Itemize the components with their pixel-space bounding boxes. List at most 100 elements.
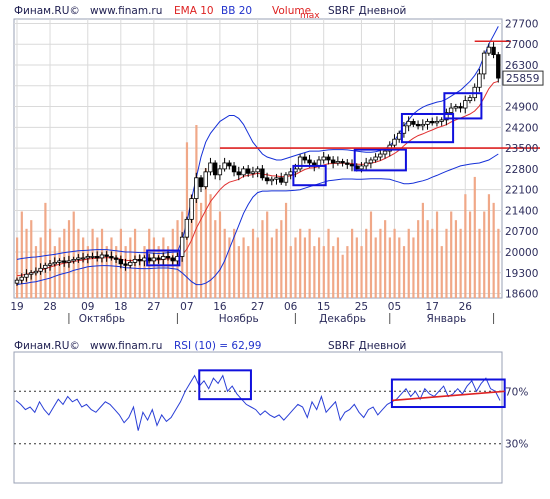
candle-body — [477, 73, 482, 88]
volume-bar — [487, 194, 491, 298]
candle-body — [458, 106, 463, 109]
candle-body — [274, 177, 279, 180]
x-tick-label: 05 — [388, 301, 401, 313]
volume-bar — [20, 211, 23, 298]
candle-body — [38, 267, 43, 272]
volume-bar — [332, 246, 335, 298]
candle-body — [161, 256, 166, 260]
volume-bar — [478, 228, 481, 298]
x-tick-label: 17 — [426, 301, 439, 313]
volume-bar — [336, 237, 340, 298]
candle-body — [151, 257, 157, 262]
candle-body — [246, 168, 251, 174]
candle-body — [269, 178, 274, 182]
volume-bar — [261, 220, 264, 298]
volume-bar — [497, 228, 500, 298]
candle-body — [302, 156, 308, 161]
volume-bar — [294, 237, 297, 298]
y-tick-label: 23500 — [505, 143, 538, 155]
candle-body — [189, 198, 194, 220]
volume-bar — [398, 237, 401, 298]
month-label: Ноябрь — [219, 313, 259, 325]
x-tick-label: 07 — [180, 301, 193, 313]
volume-bar — [317, 237, 321, 298]
candle-body — [255, 168, 260, 173]
candle-body — [264, 177, 270, 182]
volume-bar — [407, 228, 410, 298]
volume-bar — [299, 228, 302, 298]
volume-bar — [426, 220, 429, 298]
candle-body — [297, 156, 303, 170]
candle-body — [250, 171, 256, 174]
volume-bar — [251, 228, 255, 298]
volume-bar — [280, 220, 283, 298]
candle-body — [217, 168, 223, 176]
candle-body — [378, 153, 383, 158]
month-label: Декабрь — [319, 313, 366, 325]
y-tick-label: 19300 — [505, 268, 538, 280]
volume-bar — [327, 228, 330, 298]
volume-bar — [237, 246, 240, 298]
volume-bar — [322, 246, 325, 298]
volume-bar — [284, 202, 288, 298]
volume-bar — [44, 202, 47, 298]
candle-body — [128, 261, 133, 266]
volume-bar — [412, 237, 415, 298]
candle-body — [420, 123, 425, 127]
volume-bar — [454, 220, 458, 298]
candle-body — [368, 159, 374, 164]
candle-body — [165, 256, 171, 259]
y-tick-label: 20700 — [505, 226, 538, 238]
volume-bar — [275, 228, 278, 298]
volume-bar — [483, 211, 486, 298]
candle-body — [260, 168, 265, 179]
candle-body — [90, 256, 95, 258]
candle-body — [80, 257, 86, 260]
volume-bar — [308, 228, 311, 298]
volume-bar — [313, 246, 316, 298]
candle-body — [349, 164, 355, 167]
candle-body — [335, 161, 341, 164]
candle-body — [118, 259, 124, 265]
volume-bar — [214, 220, 217, 298]
candle-body — [411, 120, 416, 125]
candle-body — [28, 272, 34, 275]
volume-bar — [16, 237, 19, 298]
current-price-label: 25859 — [506, 73, 539, 85]
volume-bar — [379, 228, 382, 298]
candle-body — [170, 257, 175, 262]
y-tick-label: 20000 — [505, 247, 538, 259]
candle-body — [321, 156, 326, 161]
candle-body — [396, 132, 402, 140]
volume-bar — [256, 237, 259, 298]
candle-body — [231, 165, 237, 173]
candle-body — [241, 168, 246, 176]
candle-body — [496, 54, 501, 79]
volume-bar — [30, 220, 33, 298]
candle-body — [392, 138, 397, 146]
candle-body — [57, 260, 62, 263]
volume-bar — [468, 211, 472, 298]
volume-bar — [289, 246, 292, 298]
x-tick-label: 06 — [284, 301, 298, 313]
rsi-level-label: 30% — [505, 439, 528, 451]
volume-bar — [431, 228, 434, 298]
candle-body — [467, 97, 473, 102]
candle-body — [463, 100, 468, 109]
candle-body — [212, 162, 218, 176]
candle-body — [359, 165, 364, 170]
candle-body — [481, 52, 487, 75]
volume-bar — [110, 237, 113, 298]
candle-body — [363, 162, 369, 167]
candle-body — [382, 150, 388, 155]
candle-body — [340, 161, 345, 164]
volume-bar — [360, 246, 363, 298]
chart-canvas: 18600 19300 20000 20700 21400 22100 22800 23500… — [10, 18, 544, 484]
x-tick-label: 27 — [147, 301, 160, 313]
volume-bar — [77, 228, 80, 298]
volume-bar — [388, 237, 391, 298]
candle-body — [486, 46, 492, 54]
y-tick-label: 27000 — [505, 39, 538, 51]
volume-bar — [270, 237, 273, 298]
candle-body — [142, 257, 147, 262]
